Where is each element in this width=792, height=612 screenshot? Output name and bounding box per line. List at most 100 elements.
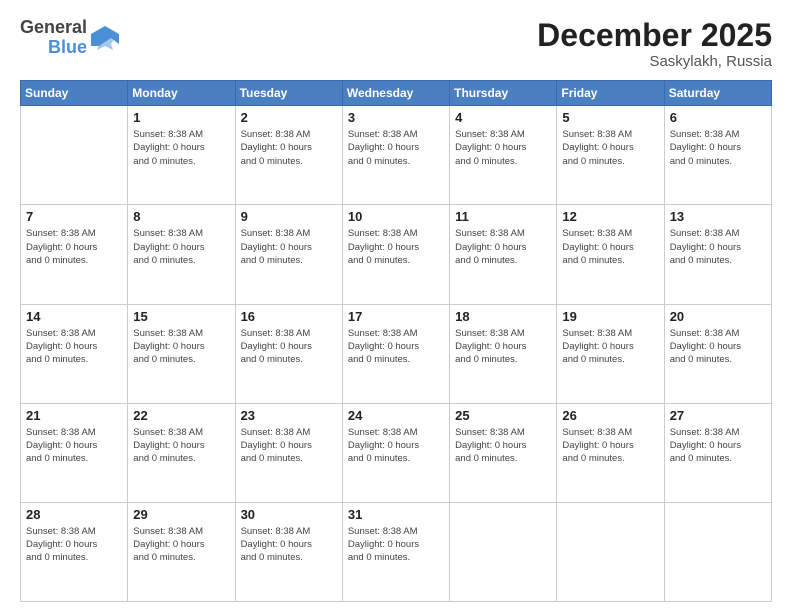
table-row: 24 Sunset: 8:38 AMDaylight: 0 hoursand 0 … [342,403,449,502]
title-block: December 2025 Saskylakh, Russia [537,18,772,70]
day-info: Sunset: 8:38 AMDaylight: 0 hoursand 0 mi… [133,227,229,267]
table-row: 12 Sunset: 8:38 AMDaylight: 0 hoursand 0 … [557,205,664,304]
day-info: Sunset: 8:38 AMDaylight: 0 hoursand 0 mi… [670,227,766,267]
table-row: 25Sunset: 8:38 AMDaylight: 0 hoursand 0 … [450,403,557,502]
day-info: Sunset: 8:38 AMDaylight: 0 hoursand 0 mi… [241,525,337,565]
table-row [450,502,557,601]
header: General Blue December 2025 Saskylakh, Ru… [20,18,772,70]
day-number: 14 [26,309,122,324]
day-info: Sunset: 8:38 AMDaylight: 0 hoursand 0 mi… [562,426,658,466]
table-row: 3Sunset: 8:38 AMDaylight: 0 hoursand 0 m… [342,106,449,205]
day-number: 6 [670,110,766,125]
day-number: 18 [455,309,551,324]
day-info: Sunset: 8:38 AMDaylight: 0 hoursand 0 mi… [455,128,551,168]
table-row: 11 Sunset: 8:38 AMDaylight: 0 hoursand 0 … [450,205,557,304]
page: General Blue December 2025 Saskylakh, Ru… [0,0,792,612]
table-row: 20 Sunset: 8:38 AMDaylight: 0 hoursand 0 … [664,304,771,403]
day-number: 4 [455,110,551,125]
day-info: Sunset: 8:38 AMDaylight: 0 hoursand 0 mi… [455,227,551,267]
day-number: 1 [133,110,229,125]
day-number: 5 [562,110,658,125]
table-row: 21Sunset: 8:38 AMDaylight: 0 hoursand 0 … [21,403,128,502]
col-header-tuesday: Tuesday [235,81,342,106]
table-row: 22Sunset: 8:38 AMDaylight: 0 hoursand 0 … [128,403,235,502]
day-info: Sunset: 8:38 AMDaylight: 0 hoursand 0 mi… [562,128,658,168]
location: Saskylakh, Russia [537,53,772,70]
calendar-week-row: 28 Sunset: 8:38 AMDaylight: 0 hoursand 0 … [21,502,772,601]
day-info: Sunset: 8:38 AMDaylight: 0 hoursand 0 mi… [670,327,766,367]
table-row: 10 Sunset: 8:38 AMDaylight: 0 hoursand 0 … [342,205,449,304]
day-number: 23 [241,408,337,423]
day-number: 26 [562,408,658,423]
day-info: Sunset: 8:38 AMDaylight: 0 hoursand 0 mi… [26,227,122,267]
table-row: 27 Sunset: 8:38 AMDaylight: 0 hoursand 0 … [664,403,771,502]
col-header-thursday: Thursday [450,81,557,106]
day-number: 9 [241,209,337,224]
day-number: 17 [348,309,444,324]
table-row: 15Sunset: 8:38 AMDaylight: 0 hoursand 0 … [128,304,235,403]
day-info: Sunset: 8:38 AMDaylight: 0 hoursand 0 mi… [348,227,444,267]
table-row: 7Sunset: 8:38 AMDaylight: 0 hoursand 0 m… [21,205,128,304]
day-info: Sunset: 8:38 AMDaylight: 0 hoursand 0 mi… [455,426,551,466]
table-row: 16Sunset: 8:38 AMDaylight: 0 hoursand 0 … [235,304,342,403]
table-row: 30 Sunset: 8:38 AMDaylight: 0 hoursand 0 … [235,502,342,601]
calendar-header-row: Sunday Monday Tuesday Wednesday Thursday… [21,81,772,106]
day-info: Sunset: 8:38 AMDaylight: 0 hoursand 0 mi… [133,525,229,565]
table-row: 6 Sunset: 8:38 AMDaylight: 0 hoursand 0 m… [664,106,771,205]
table-row: 29 Sunset: 8:38 AMDaylight: 0 hoursand 0 … [128,502,235,601]
table-row: 31 Sunset: 8:38 AMDaylight: 0 hoursand 0 … [342,502,449,601]
day-info: Sunset: 8:38 AMDaylight: 0 hoursand 0 mi… [562,227,658,267]
day-number: 29 [133,507,229,522]
day-info: Sunset: 8:38 AMDaylight: 0 hoursand 0 mi… [133,426,229,466]
day-info: Sunset: 8:38 AMDaylight: 0 hoursand 0 mi… [670,426,766,466]
logo-general: General [20,18,87,38]
month-title: December 2025 [537,18,772,53]
calendar-table: Sunday Monday Tuesday Wednesday Thursday… [20,80,772,602]
table-row [557,502,664,601]
table-row: 23Sunset: 8:38 AMDaylight: 0 hoursand 0 … [235,403,342,502]
col-header-friday: Friday [557,81,664,106]
day-number: 27 [670,408,766,423]
table-row [664,502,771,601]
day-number: 11 [455,209,551,224]
table-row: 18 Sunset: 8:38 AMDaylight: 0 hoursand 0 … [450,304,557,403]
day-number: 30 [241,507,337,522]
day-number: 19 [562,309,658,324]
calendar-week-row: 7Sunset: 8:38 AMDaylight: 0 hoursand 0 m… [21,205,772,304]
day-number: 12 [562,209,658,224]
day-number: 8 [133,209,229,224]
table-row: 13 Sunset: 8:38 AMDaylight: 0 hoursand 0 … [664,205,771,304]
table-row: 28Sunset: 8:38 AMDaylight: 0 hoursand 0 … [21,502,128,601]
day-info: Sunset: 8:38 AMDaylight: 0 hoursand 0 mi… [455,327,551,367]
table-row: 14Sunset: 8:38 AMDaylight: 0 hoursand 0 … [21,304,128,403]
day-info: Sunset: 8:38 AMDaylight: 0 hoursand 0 mi… [26,426,122,466]
day-info: Sunset: 8:38 AMDaylight: 0 hoursand 0 mi… [348,426,444,466]
col-header-saturday: Saturday [664,81,771,106]
calendar-week-row: 14 Sunset: 8:38 AMDaylight: 0 hoursand 0 … [21,304,772,403]
calendar-week-row: 1 Sunset: 8:38 AMDaylight: 0 hoursand 0 m… [21,106,772,205]
day-info: Sunset: 8:38 AMDaylight: 0 hoursand 0 mi… [241,128,337,168]
day-number: 20 [670,309,766,324]
day-info: Sunset: 8:38 AMDaylight: 0 hoursand 0 mi… [348,327,444,367]
day-info: Sunset: 8:38 AMDaylight: 0 hoursand 0 mi… [133,128,229,168]
table-row: 9Sunset: 8:38 AMDaylight: 0 hoursand 0 m… [235,205,342,304]
day-number: 10 [348,209,444,224]
day-number: 15 [133,309,229,324]
table-row: 2 Sunset: 8:38 AMDaylight: 0 hoursand 0 m… [235,106,342,205]
day-number: 2 [241,110,337,125]
day-info: Sunset: 8:38 AMDaylight: 0 hoursand 0 mi… [670,128,766,168]
table-row: 5 Sunset: 8:38 AMDaylight: 0 hoursand 0 m… [557,106,664,205]
day-number: 28 [26,507,122,522]
day-number: 16 [241,309,337,324]
calendar-week-row: 21Sunset: 8:38 AMDaylight: 0 hoursand 0 … [21,403,772,502]
table-row [21,106,128,205]
day-number: 24 [348,408,444,423]
col-header-wednesday: Wednesday [342,81,449,106]
day-info: Sunset: 8:38 AMDaylight: 0 hoursand 0 mi… [348,525,444,565]
day-number: 13 [670,209,766,224]
table-row: 8 Sunset: 8:38 AMDaylight: 0 hoursand 0 m… [128,205,235,304]
day-number: 31 [348,507,444,522]
table-row: 1 Sunset: 8:38 AMDaylight: 0 hoursand 0 m… [128,106,235,205]
day-number: 3 [348,110,444,125]
logo-blue: Blue [48,38,87,58]
